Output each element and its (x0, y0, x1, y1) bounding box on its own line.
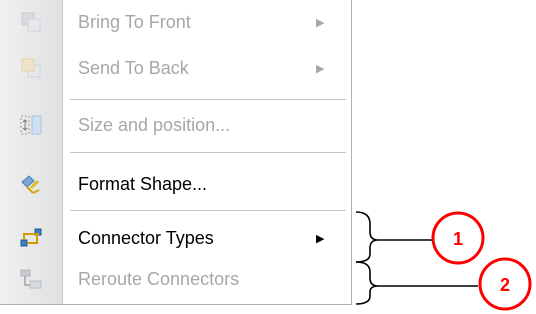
callout-brace-2 (355, 261, 379, 305)
callout-overlay: 1 2 (355, 211, 532, 311)
callout-number-2: 2 (500, 275, 510, 295)
callout-brace-1 (355, 211, 379, 263)
callout-number-1: 1 (453, 229, 463, 249)
